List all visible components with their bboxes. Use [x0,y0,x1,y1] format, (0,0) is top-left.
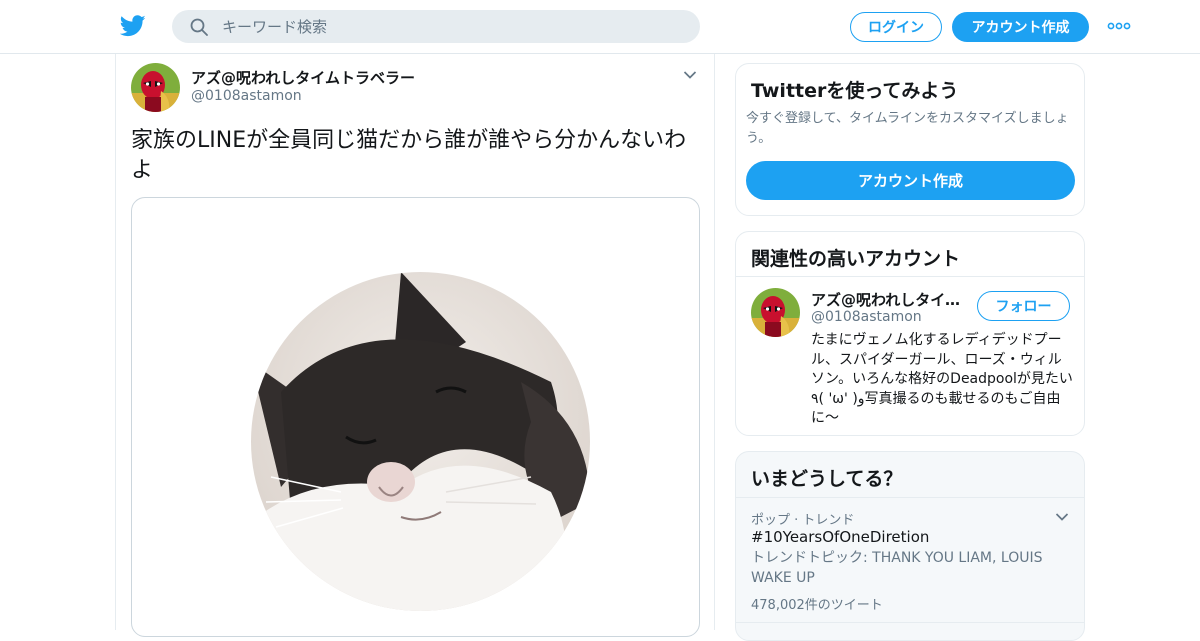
tweet-column: アズ@呪われしタイムトラベラー @0108astamon 家族のLINEが全員同… [115,54,715,637]
follow-button[interactable]: フォロー [977,291,1070,321]
trends-title: いまどうしてる？ [751,468,903,490]
related-accounts-card: 関連性の高いアカウント アズ@呪われしタイムトラベラー @0108astamon… [735,231,1085,436]
deadpool-avatar-icon [751,288,800,337]
trend-name[interactable]: #10YearsOfOneDiretion [751,528,929,546]
related-accounts-title: 関連性の高いアカウント [751,248,961,270]
divider [736,622,1084,623]
signup-button[interactable]: アカウント作成 [952,12,1089,42]
top-bar: ログイン アカウント作成 [0,0,1200,54]
tweet-media[interactable] [131,197,700,637]
trend-tweet-count: 478,002件のツイート [751,598,883,613]
signup-card-button[interactable]: アカウント作成 [746,161,1075,200]
signup-card: Twitterを使ってみよう 今すぐ登録して、タイムラインをカスタマイズしましょ… [735,63,1085,216]
trends-card: いまどうしてる？ ポップ · トレンド #10YearsOfOneDiretio… [735,451,1085,641]
divider [736,276,1084,277]
account-handle[interactable]: @0108astamon [811,309,922,325]
more-dots-icon[interactable] [1106,18,1132,34]
account-bio: たまにヴェノム化するレディデッドプール、スパイダーガール、ローズ・ウィルソン。い… [811,332,1073,426]
avatar[interactable] [751,288,800,337]
avatar[interactable] [131,63,180,112]
search-input[interactable] [222,16,682,38]
tweet-author-handle[interactable]: @0108astamon [191,88,302,104]
cat-photo [251,272,590,611]
account-name[interactable]: アズ@呪われしタイムトラベラー [811,289,971,310]
signup-card-description: 今すぐ登録して、タイムラインをカスタマイズしましょう。 [746,111,1069,146]
search-box[interactable] [172,10,700,43]
login-button[interactable]: ログイン [850,12,942,42]
deadpool-avatar-icon [131,63,180,112]
trend-context: ポップ · トレンド [751,513,855,528]
twitter-bird-icon[interactable] [120,14,146,38]
chevron-down-icon[interactable] [1055,512,1069,522]
chevron-down-icon[interactable] [683,70,697,80]
search-icon [190,18,208,36]
tweet-author-name[interactable]: アズ@呪われしタイムトラベラー [191,67,415,88]
trend-description: トレンドトピック: THANK YOU LIAM, LOUIS WAKE UP [751,550,1043,586]
divider [736,497,1084,498]
tweet-text: 家族のLINEが全員同じ猫だから誰が誰やら分かんないわよ [131,128,687,183]
signup-card-title: Twitterを使ってみよう [751,80,959,102]
